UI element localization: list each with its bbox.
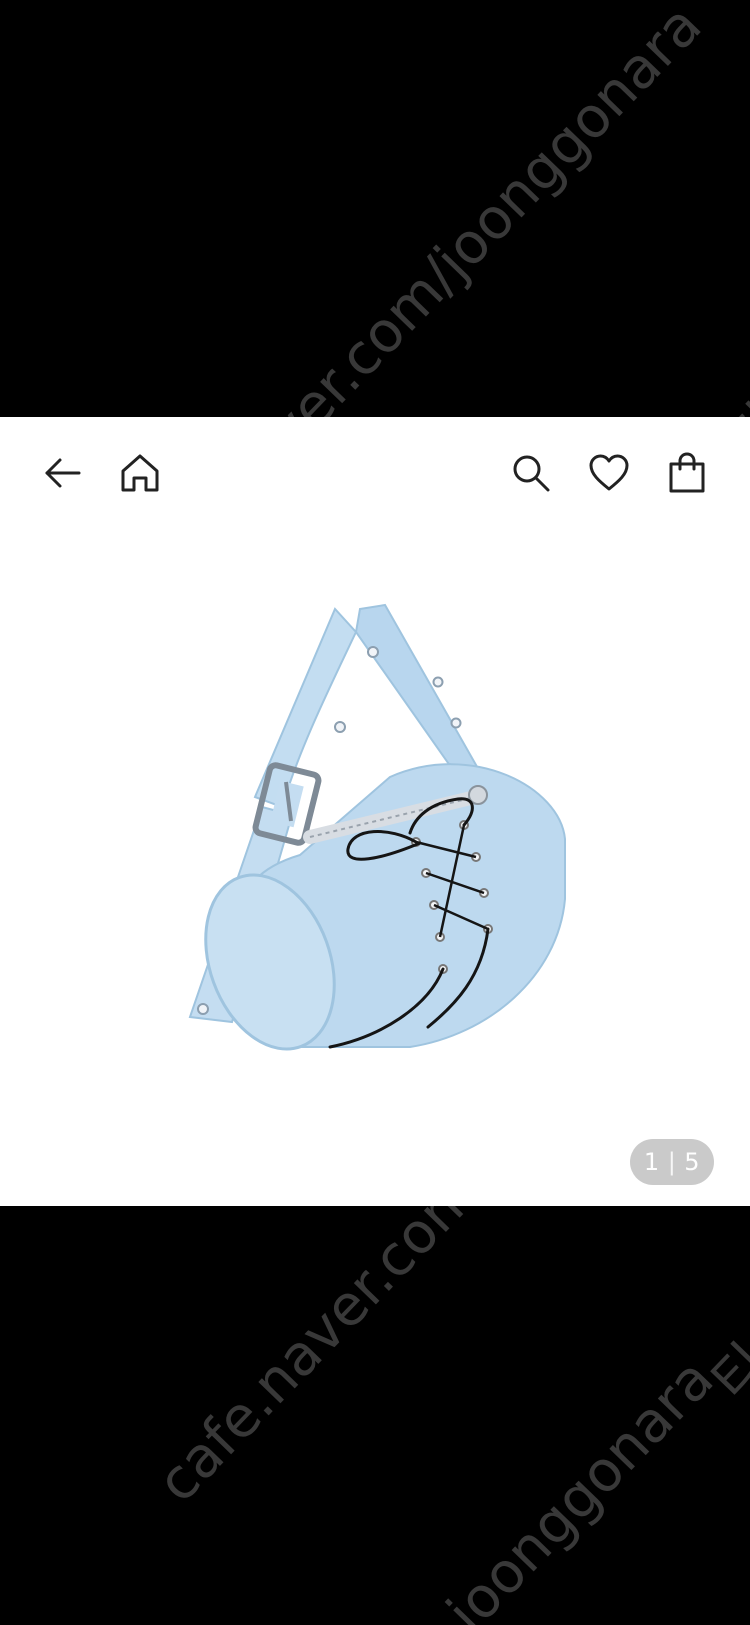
- product-panel: 1 | 5: [0, 417, 750, 1206]
- heart-icon: [589, 454, 629, 491]
- home-button[interactable]: [114, 447, 166, 499]
- shopping-bag-icon: [669, 452, 705, 493]
- search-icon: [513, 455, 550, 492]
- top-navigation-bar: [0, 417, 750, 527]
- watermark-text: 티: [699, 1331, 750, 1415]
- product-image[interactable]: [170, 597, 590, 1117]
- favorite-button[interactable]: [583, 447, 635, 499]
- search-button[interactable]: [505, 447, 557, 499]
- bag-illustration: [188, 603, 566, 1051]
- total-image-count: 5: [684, 1148, 701, 1176]
- current-image-number: 1: [643, 1148, 660, 1176]
- watermark-text: joonggonara: [435, 1346, 727, 1625]
- screen: ver.com/joonggonara cafe.naver.com/joong…: [0, 0, 750, 1625]
- watermark-text: ver.com/joonggonara: [255, 0, 715, 466]
- back-arrow-icon: [45, 458, 81, 488]
- home-icon: [121, 454, 159, 492]
- page-separator: |: [667, 1148, 677, 1176]
- cart-button[interactable]: [661, 447, 713, 499]
- image-page-indicator: 1 | 5: [630, 1139, 714, 1185]
- back-button[interactable]: [36, 447, 88, 499]
